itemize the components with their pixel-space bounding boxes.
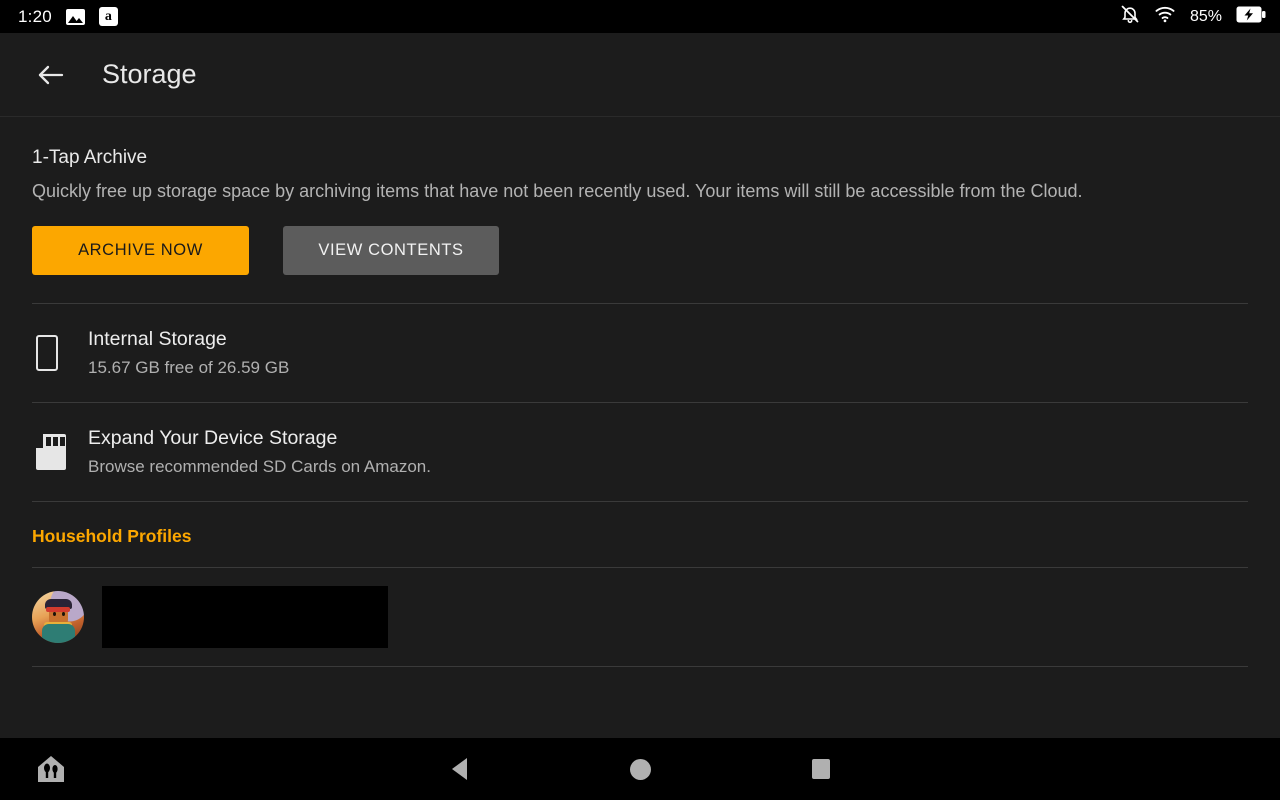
archive-section-description: Quickly free up storage space by archivi… (32, 181, 1083, 201)
expand-storage-text: Expand Your Device Storage Browse recomm… (88, 427, 431, 477)
bell-muted-icon (1120, 4, 1140, 29)
wifi-icon (1154, 5, 1176, 28)
internal-storage-title: Internal Storage (88, 328, 227, 350)
archive-section-title: 1-Tap Archive (32, 147, 148, 168)
profile-name-redacted (102, 586, 388, 648)
status-bar: 1:20 a 85% (0, 0, 1280, 33)
amazon-icon: a (98, 7, 118, 26)
household-profiles-heading: Household Profiles (32, 526, 192, 546)
internal-storage-row[interactable]: Internal Storage 15.67 GB free of 26.59 … (0, 304, 1280, 402)
status-clock: 1:20 (18, 6, 52, 26)
nav-back-icon[interactable] (439, 749, 479, 789)
back-arrow-icon[interactable] (34, 58, 68, 92)
settings-content: 1-Tap Archive Quickly free up storage sp… (0, 117, 1280, 738)
battery-charging-icon (1236, 6, 1266, 28)
expand-storage-row[interactable]: Expand Your Device Storage Browse recomm… (0, 403, 1280, 501)
nav-center-group (439, 749, 841, 789)
one-tap-archive-section: 1-Tap Archive Quickly free up storage sp… (0, 117, 1280, 275)
internal-storage-subtitle: 15.67 GB free of 26.59 GB (88, 358, 290, 377)
battery-percent: 85% (1189, 7, 1222, 25)
sd-card-icon (32, 434, 88, 470)
page-title: Storage (102, 59, 197, 89)
phone-icon (32, 335, 88, 371)
profile-avatar (32, 591, 84, 643)
nav-home-icon[interactable] (620, 749, 660, 789)
household-profile-row[interactable] (0, 568, 1280, 666)
divider (32, 666, 1248, 667)
view-contents-button[interactable]: VIEW CONTENTS (283, 226, 499, 275)
status-bar-left: 1:20 a (18, 7, 118, 27)
status-bar-right: 85% (1120, 4, 1266, 29)
archive-button-row: ARCHIVE NOW VIEW CONTENTS (32, 226, 1248, 275)
device-screen: 1:20 a 85% Storage 1-Tap Archive Quickly… (0, 0, 1280, 800)
expand-storage-subtitle: Browse recommended SD Cards on Amazon. (88, 457, 431, 476)
nav-recents-icon[interactable] (801, 749, 841, 789)
archive-now-button[interactable]: ARCHIVE NOW (32, 226, 249, 275)
app-header: Storage (0, 33, 1280, 117)
internal-storage-text: Internal Storage 15.67 GB free of 26.59 … (88, 328, 289, 378)
house-utensils-icon[interactable] (34, 752, 68, 786)
system-nav-bar (0, 738, 1280, 800)
expand-storage-title: Expand Your Device Storage (88, 427, 338, 449)
photo-icon (65, 8, 85, 25)
